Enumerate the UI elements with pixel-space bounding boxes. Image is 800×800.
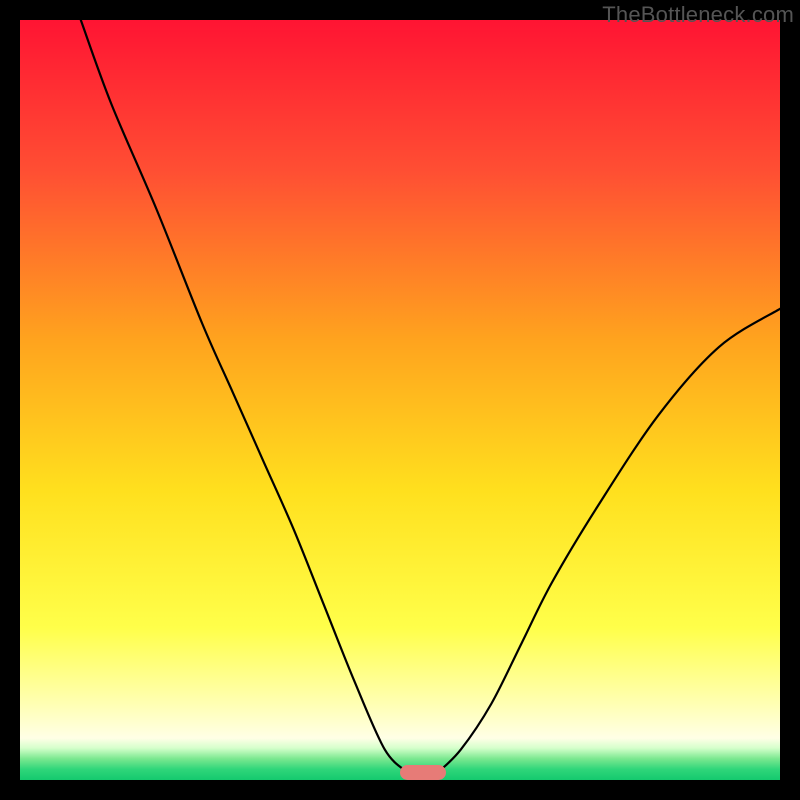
watermark-text: TheBottleneck.com <box>602 2 794 28</box>
curve-right <box>438 309 780 773</box>
bottleneck-curve <box>20 20 780 780</box>
plot-area <box>20 20 780 780</box>
chart-stage: TheBottleneck.com <box>0 0 800 800</box>
optimal-marker <box>400 765 446 780</box>
curve-left <box>81 20 408 772</box>
